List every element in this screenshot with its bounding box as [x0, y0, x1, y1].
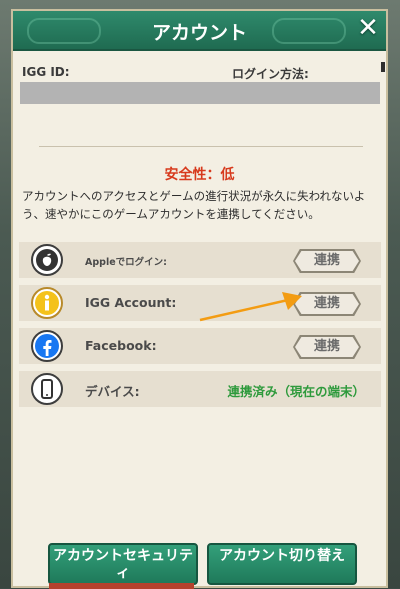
link-description: アカウントへのアクセスとゲームの進行状況が永久に失われないよう、速やかにこのゲー… [22, 189, 366, 221]
scrollbar-marker [381, 62, 385, 72]
link-row-label: デバイス: [85, 384, 140, 399]
bottom-red-button-edge[interactable] [49, 583, 194, 589]
igg-id-value-bar [20, 82, 380, 104]
dialog-header: アカウント ✕ [13, 11, 386, 51]
safety-level-text: 安全性：低 [164, 167, 235, 183]
link-row-label: IGG Account: [85, 295, 177, 310]
annotation-arrow-icon [199, 292, 302, 322]
link-row-label: Appleでログイン: [85, 257, 167, 268]
link-facebook-button[interactable]: 連携 [295, 337, 359, 357]
facebook-icon [31, 330, 63, 362]
link-apple-button[interactable]: 連携 [295, 251, 359, 271]
link-row-apple: Appleでログイン: 連携 [19, 242, 381, 278]
link-row-label: Facebook: [85, 338, 157, 353]
switch-account-label: アカウント切り替え [219, 548, 345, 564]
link-row-device: デバイス: 連携済み（現在の端末） [19, 371, 381, 407]
link-row-facebook: Facebook: 連携 [19, 328, 381, 364]
dialog-title: アカウント [151, 22, 247, 44]
igg-id-label: IGG ID: [22, 65, 70, 79]
apple-icon [31, 244, 63, 276]
account-security-label: アカウントセキュリティ [53, 548, 193, 581]
switch-account-button[interactable]: アカウント切り替え [207, 543, 357, 585]
account-security-button[interactable]: アカウントセキュリティ [48, 543, 198, 585]
igg-icon [31, 287, 63, 319]
device-link-status: 連携済み（現在の端末） [227, 384, 365, 399]
divider [39, 146, 363, 147]
device-icon [31, 373, 63, 405]
login-method-label: ログイン方法: [232, 67, 309, 81]
close-icon[interactable]: ✕ [354, 13, 382, 43]
